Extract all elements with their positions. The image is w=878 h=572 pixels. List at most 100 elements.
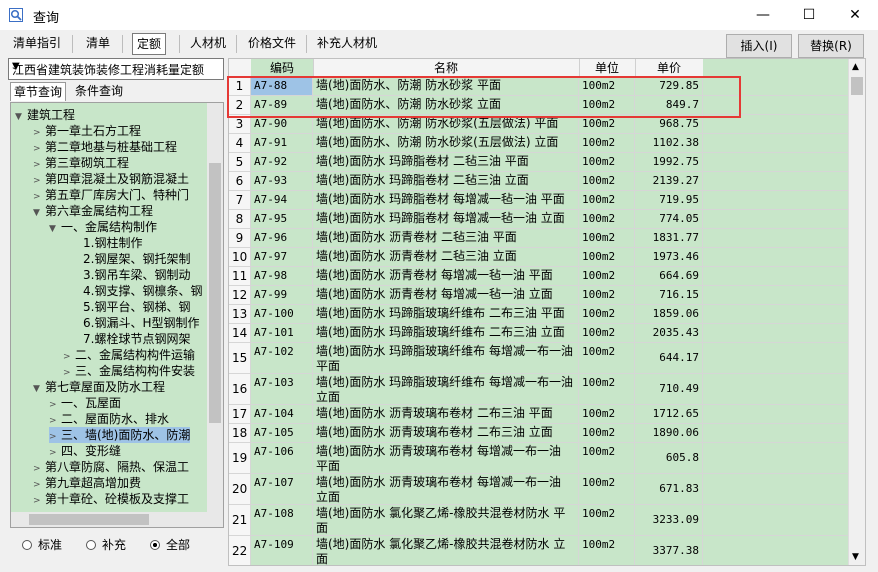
quota-price: 664.69 [635, 267, 703, 285]
table-row[interactable]: 11 A7-98 墙(地)面防水 沥青卷材 每增减一毡一油 平面 100m2 664.6… [229, 267, 849, 286]
header-price[interactable]: 单价 [635, 59, 704, 78]
scrollbar-thumb[interactable] [29, 514, 149, 525]
quota-unit: 100m2 [579, 210, 635, 228]
tree-leaf[interactable]: 4.钢支撑、钢檩条、钢 [83, 283, 202, 299]
table-row[interactable]: 17 A7-104 墙(地)面防水 沥青玻璃布卷材 二布三油 平面 100m2 1712… [229, 405, 849, 424]
tree-node[interactable]: > 第二章地基与桩基础工程 [33, 139, 177, 155]
row-filler [703, 505, 849, 535]
tree-node[interactable]: ▼ 一、金属结构制作 [49, 219, 157, 235]
table-row[interactable]: 12 A7-99 墙(地)面防水 沥青卷材 每增减一毡一油 立面 100m2 716.1… [229, 286, 849, 305]
tab-supplement-material[interactable]: 补充人材机 [313, 33, 381, 53]
minimize-button[interactable]: — [740, 0, 786, 30]
table-row[interactable]: 5 A7-92 墙(地)面防水 玛蹄脂卷材 二毡三油 平面 100m2 1992.75 [229, 153, 849, 172]
table-row[interactable]: 20 A7-107 墙(地)面防水 沥青玻璃布卷材 每增减一布一油 立面 100m2 6… [229, 474, 849, 505]
quota-code: A7-105 [251, 424, 313, 442]
radio-standard[interactable]: 标准 [22, 536, 62, 553]
table-row[interactable]: 7 A7-94 墙(地)面防水 玛蹄脂卷材 每增减一毡一油 平面 100m2 719.9… [229, 191, 849, 210]
tree-node[interactable]: > 第一章土石方工程 [33, 123, 141, 139]
tab-price-file[interactable]: 价格文件 [244, 33, 300, 53]
quota-unit: 100m2 [579, 474, 635, 504]
scroll-down-icon[interactable]: ▼ [852, 552, 859, 562]
table-row[interactable]: 3 A7-90 墙(地)面防水、防潮 防水砂浆(五层做法) 平面 100m2 968.7… [229, 115, 849, 134]
tree-node[interactable]: > 一、瓦屋面 [49, 395, 121, 411]
tree-leaf[interactable]: 6.钢漏斗、H型钢制作 [83, 315, 199, 331]
tree-node[interactable]: > 四、变形缝 [49, 443, 121, 459]
tree-leaf[interactable]: 2.钢屋架、钢托架制 [83, 251, 190, 267]
quota-unit: 100m2 [579, 96, 635, 114]
tree-horizontal-scrollbar[interactable] [11, 512, 207, 527]
scrollbar-thumb[interactable] [209, 163, 221, 423]
quota-price: 644.17 [635, 343, 703, 373]
tree-leaf[interactable]: 7.螺栓球节点钢网架 [83, 331, 190, 347]
tree-node[interactable]: > 第四章混凝土及钢筋混凝土 [33, 171, 189, 187]
replace-button[interactable]: 替换(R) [798, 34, 864, 58]
close-button[interactable]: ✕ [832, 0, 878, 30]
table-vertical-scrollbar[interactable]: ▲ ▼ [848, 59, 865, 565]
tree-node[interactable]: ▼ 第七章屋面及防水工程 [33, 379, 165, 395]
scrollbar-thumb[interactable] [851, 77, 863, 95]
scroll-up-icon[interactable]: ▲ [852, 62, 859, 72]
tab-list-guide[interactable]: 清单指引 [9, 33, 65, 53]
row-index: 3 [229, 115, 251, 133]
row-filler [703, 96, 849, 114]
quota-price: 2035.43 [635, 324, 703, 342]
row-index: 14 [229, 324, 251, 342]
table-row[interactable]: 4 A7-91 墙(地)面防水、防潮 防水砂浆(五层做法) 立面 100m2 1102.… [229, 134, 849, 153]
collapse-icon[interactable]: ▼ [33, 205, 45, 221]
tree-node[interactable]: > 三、金属结构构件安装 [63, 363, 195, 379]
tree-node[interactable]: > 第三章砌筑工程 [33, 155, 129, 171]
tab-list[interactable]: 清单 [82, 33, 114, 53]
tree-node[interactable]: > 二、屋面防水、排水 [49, 411, 169, 427]
table-row[interactable]: 1 A7-88 墙(地)面防水、防潮 防水砂浆 平面 100m2 729.85 [229, 77, 849, 96]
table-row[interactable]: 2 A7-89 墙(地)面防水、防潮 防水砂浆 立面 100m2 849.7 [229, 96, 849, 115]
table-row[interactable]: 10 A7-97 墙(地)面防水 沥青卷材 二毡三油 立面 100m2 1973.46 [229, 248, 849, 267]
tree-vertical-scrollbar[interactable] [207, 103, 223, 527]
collapse-icon[interactable]: ▼ [33, 381, 45, 397]
quota-name: 墙(地)面防水 沥青卷材 每增减一毡一油 立面 [313, 286, 579, 304]
table-row[interactable]: 6 A7-93 墙(地)面防水 玛蹄脂卷材 二毡三油 立面 100m2 2139.27 [229, 172, 849, 191]
quota-unit: 100m2 [579, 115, 635, 133]
tree-node[interactable]: ▼ 建筑工程 [15, 107, 75, 123]
tab-labor-material[interactable]: 人材机 [186, 33, 230, 53]
chevron-down-icon[interactable]: ▼ [12, 61, 220, 72]
table-row[interactable]: 8 A7-95 墙(地)面防水 玛蹄脂卷材 每增减一毡一油 立面 100m2 774.0… [229, 210, 849, 229]
quota-unit: 100m2 [579, 134, 635, 152]
tab-quota[interactable]: 定额 [132, 33, 167, 55]
tree-node[interactable]: ▼ 第六章金属结构工程 [33, 203, 153, 219]
tree-leaf[interactable]: 5.钢平台、钢梯、钢 [83, 299, 190, 315]
tree-node[interactable]: > 第五章厂库房大门、特种门 [33, 187, 189, 203]
radio-supplement[interactable]: 补充 [86, 536, 126, 553]
table-row[interactable]: 19 A7-106 墙(地)面防水 沥青玻璃布卷材 每增减一布一油 平面 100m2 6… [229, 443, 849, 474]
radio-all[interactable]: 全部 [150, 536, 190, 553]
collapse-icon[interactable]: ▼ [49, 221, 61, 237]
maximize-button[interactable]: ☐ [786, 0, 832, 30]
expand-icon[interactable]: > [33, 493, 45, 509]
table-row[interactable]: 9 A7-96 墙(地)面防水 沥青卷材 二毡三油 平面 100m2 1831.77 [229, 229, 849, 248]
table-row[interactable]: 14 A7-101 墙(地)面防水 玛蹄脂玻璃纤维布 二布三油 立面 100m2 203… [229, 324, 849, 343]
quota-code: A7-101 [251, 324, 313, 342]
row-filler [703, 267, 849, 285]
tree-node[interactable]: > 二、金属结构构件运输 [63, 347, 195, 363]
table-row[interactable]: 22 A7-109 墙(地)面防水 氯化聚乙烯-橡胶共混卷材防水 立面 100m2 33… [229, 536, 849, 565]
tree-node[interactable]: > 第十章砼、砼模板及支撑工 [33, 491, 189, 507]
row-index: 17 [229, 405, 251, 423]
tree-leaf[interactable]: 3.钢吊车梁、钢制动 [83, 267, 190, 283]
tree-node[interactable]: > 第八章防腐、隔热、保温工 [33, 459, 189, 475]
tree-leaf[interactable]: 1.钢柱制作 [83, 235, 142, 251]
table-row[interactable]: 15 A7-102 墙(地)面防水 玛蹄脂玻璃纤维布 每增减一布一油 平面 100m2… [229, 343, 849, 374]
header-name[interactable]: 名称 [313, 59, 580, 78]
quota-library-select[interactable]: 江西省建筑装饰装修工程消耗量定额 ▼ [8, 58, 224, 80]
insert-button[interactable]: 插入(I) [726, 34, 792, 58]
header-unit[interactable]: 单位 [579, 59, 636, 78]
table-row[interactable]: 16 A7-103 墙(地)面防水 玛蹄脂玻璃纤维布 每增减一布一油 立面 100m2… [229, 374, 849, 405]
tree-node-selected[interactable]: > 三、墙(地)面防水、防潮 [49, 427, 191, 443]
tab-chapter-search[interactable]: 章节查询 [10, 82, 67, 101]
tree-node[interactable]: > 第九章超高增加费 [33, 475, 141, 491]
table-row[interactable]: 21 A7-108 墙(地)面防水 氯化聚乙烯-橡胶共混卷材防水 平面 100m2 32… [229, 505, 849, 536]
header-code[interactable]: 编码 [251, 59, 314, 78]
quota-price: 2139.27 [635, 172, 703, 190]
table-row[interactable]: 13 A7-100 墙(地)面防水 玛蹄脂玻璃纤维布 二布三油 平面 100m2 185… [229, 305, 849, 324]
tab-condition-search[interactable]: 条件查询 [72, 82, 126, 100]
table-row[interactable]: 18 A7-105 墙(地)面防水 沥青玻璃布卷材 二布三油 立面 100m2 1890… [229, 424, 849, 443]
collapse-icon[interactable]: ▼ [15, 109, 27, 125]
